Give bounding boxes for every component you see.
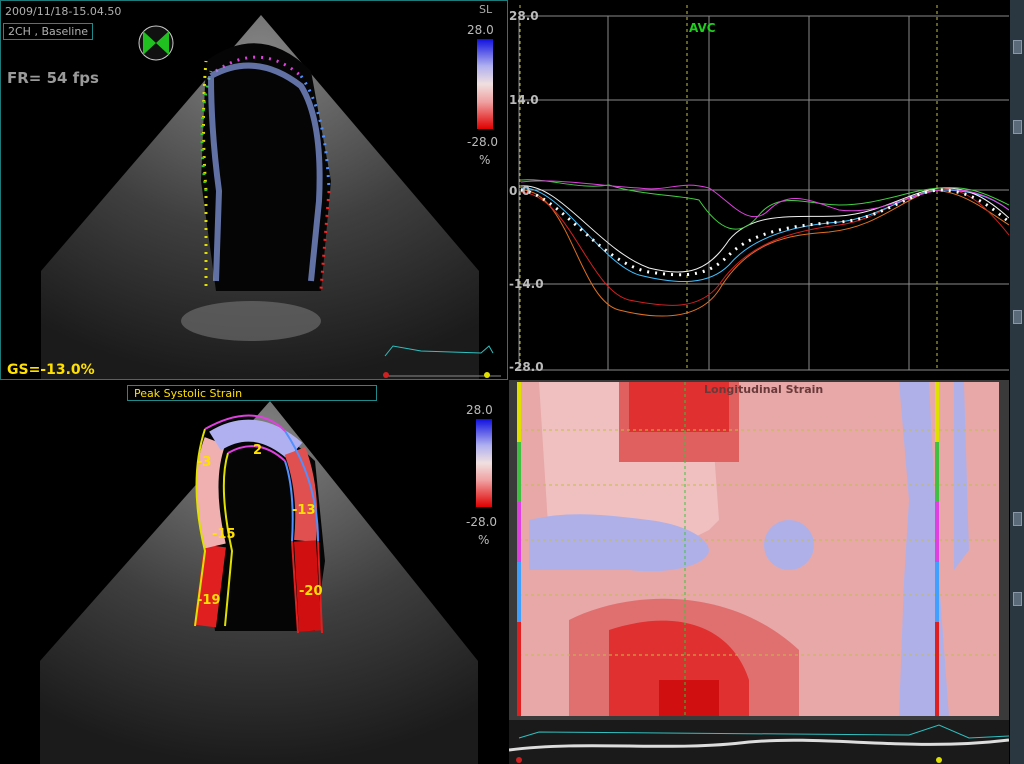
segment-value: -15 <box>212 527 236 542</box>
scale-max-label: 28.0 <box>467 23 494 37</box>
peak-strain-color-scale <box>476 419 492 507</box>
peak-strain-panel: Peak Systolic Strain 28.0 -28.0 % -3 2 -… <box>0 381 508 764</box>
echo-image-bottom <box>40 401 492 764</box>
global-strain-label: GS=-13.0% <box>7 362 95 378</box>
peak-systolic-strain-title: Peak Systolic Strain <box>127 385 377 401</box>
y-tick-label: 28.0 <box>509 9 539 23</box>
longitudinal-strain-title: Longitudinal Strain <box>704 383 824 396</box>
y-tick-label: -28.0 <box>509 360 544 374</box>
scroll-button[interactable] <box>1013 310 1022 324</box>
scale-min-label: -28.0 <box>467 135 499 149</box>
strain-curves-plot <box>518 5 1009 371</box>
segment-value: -3 <box>197 455 212 470</box>
y-tick-label: 14.0 <box>509 93 539 107</box>
strain-colour-map <box>509 380 1009 764</box>
scroll-button[interactable] <box>1013 592 1022 606</box>
strain-curves-panel: AVC 28.0 14.0 0.0 -14.0 -28.0 <box>509 0 1009 378</box>
strain-color-scale <box>477 39 493 129</box>
vertical-scrollbar[interactable] <box>1010 0 1024 764</box>
y-tick-label: 0.0 <box>509 184 531 198</box>
view-label: 2CH , Baseline <box>3 23 94 40</box>
scale-name-label: SL <box>479 3 493 16</box>
segment-value: -20 <box>299 584 323 599</box>
peak-scale-min-label: -28.0 <box>466 515 498 529</box>
peak-scale-max-label: 28.0 <box>466 403 493 417</box>
scroll-button[interactable] <box>1013 512 1022 526</box>
peak-scale-unit-label: % <box>478 533 490 547</box>
scroll-button[interactable] <box>1013 120 1022 134</box>
timestamp-label: 2009/11/18-15.04.50 <box>5 5 122 18</box>
segment-value: -19 <box>197 593 221 608</box>
avc-marker-label: AVC <box>689 21 716 35</box>
echo-image-top <box>41 15 501 379</box>
longitudinal-strain-map-panel: Longitudinal Strain <box>509 380 1009 764</box>
frame-rate-label: FR= 54 fps <box>7 69 99 87</box>
scroll-button[interactable] <box>1013 40 1022 54</box>
echo-2d-tracking-panel: 2009/11/18-15.04.50 2CH , Baseline FR= 5… <box>0 0 508 380</box>
segment-value: -13 <box>292 503 316 518</box>
y-tick-label: -14.0 <box>509 277 544 291</box>
scale-unit-label: % <box>479 153 491 167</box>
segment-value: 2 <box>253 443 263 458</box>
